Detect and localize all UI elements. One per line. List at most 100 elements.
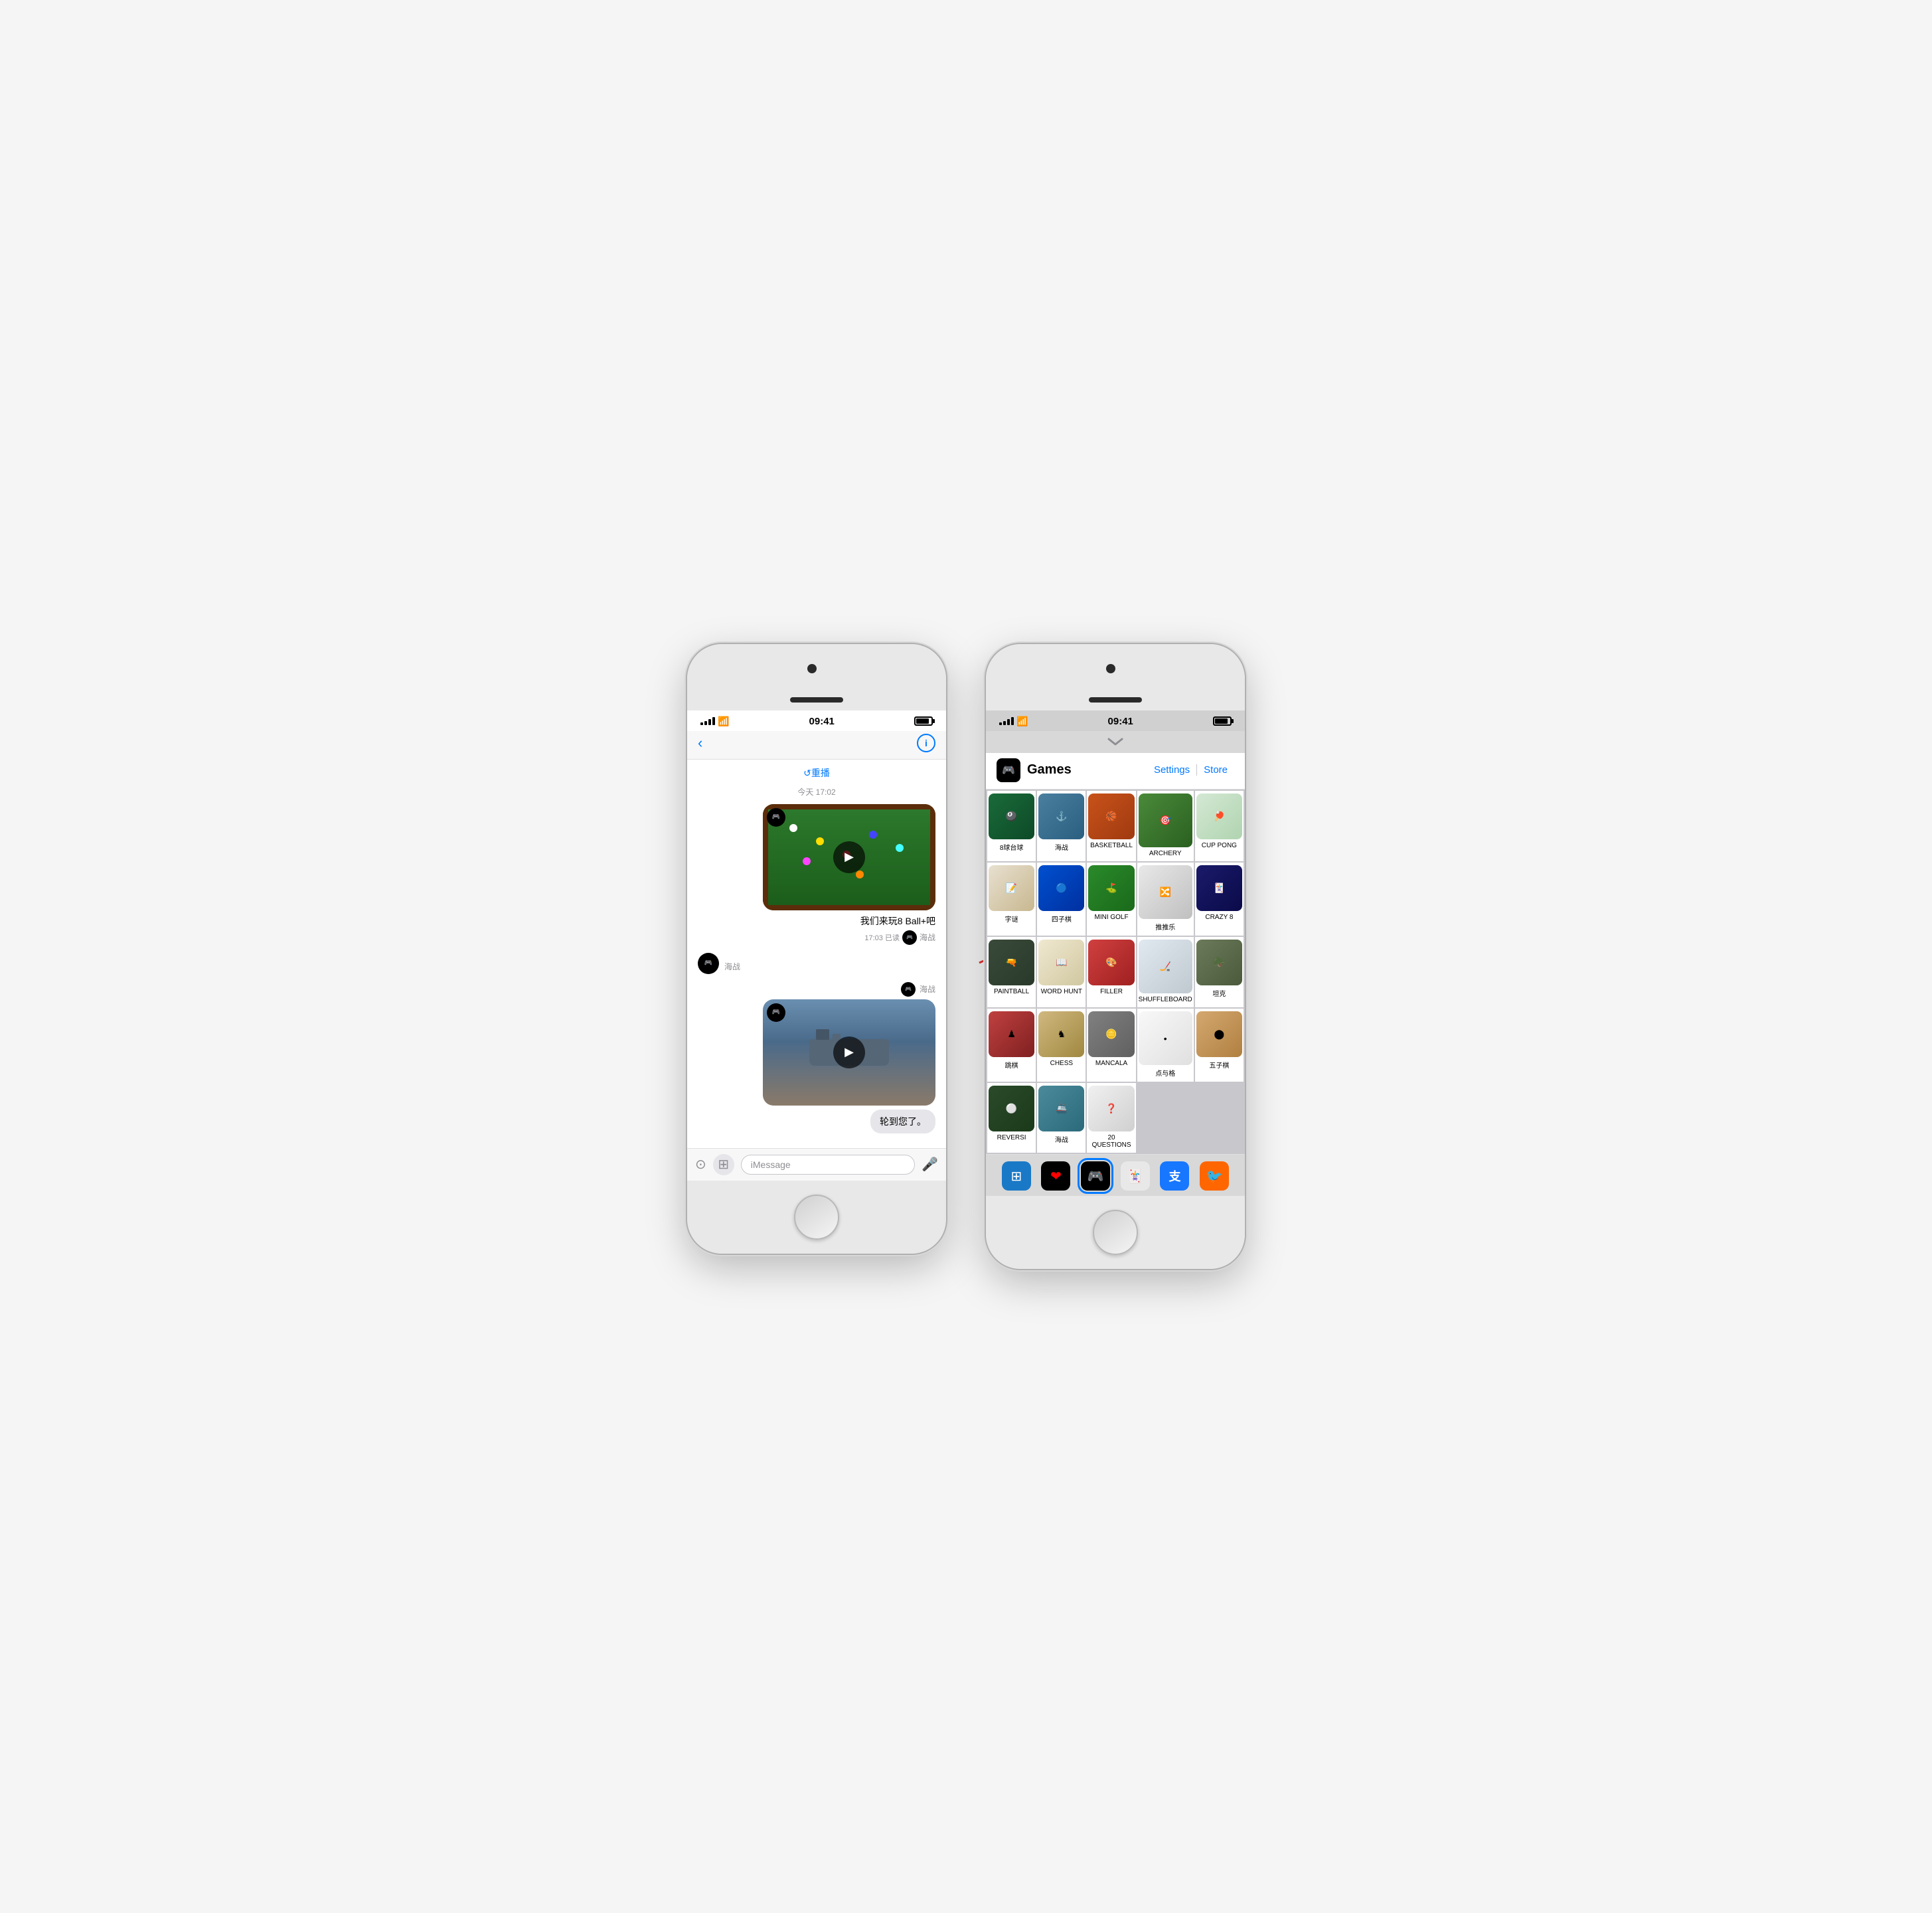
time-right: 09:41 (1108, 716, 1133, 727)
back-button[interactable]: ‹ (698, 734, 702, 752)
dock-games-active[interactable]: 🎮 (1081, 1161, 1110, 1191)
right-sender-name: 海战 (920, 983, 935, 995)
bar1 (700, 722, 703, 725)
game-thumbnail: 📖 (1038, 940, 1084, 985)
battery-icon-right (1213, 716, 1232, 726)
right-mini-avatar: 🎮 (901, 982, 916, 997)
game-thumbnail: 🃏 (1196, 865, 1242, 911)
read-time: 17:03 已读 (864, 932, 900, 943)
dock-heart[interactable]: ❤ (1041, 1161, 1070, 1191)
game-thumbnail: ⚪ (989, 1086, 1034, 1131)
wifi-icon: 📶 (718, 716, 729, 727)
game-thumbnail: ⛳ (1088, 865, 1134, 911)
game-thumbnail: 🏒 (1139, 940, 1192, 993)
dock-alipay[interactable]: 支 (1160, 1161, 1189, 1191)
game-cell[interactable]: ⚓海战 (1037, 791, 1086, 861)
bar1r (999, 722, 1002, 725)
signal-icon-right (999, 717, 1014, 725)
pool-table-bg: 🎮 ▶ (763, 804, 935, 910)
dock-taobao[interactable]: 🐦 (1200, 1161, 1229, 1191)
game1-label: 我们来玩8 Ball+吧 (860, 914, 935, 928)
camera-icon[interactable]: ⊙ (695, 1156, 706, 1173)
game-name: 点与格 (1155, 1068, 1175, 1078)
game-thumbnail: 🎱 (989, 793, 1034, 839)
game-thumbnail: 🔵 (1038, 865, 1084, 911)
game-thumbnail: ♟ (989, 1011, 1034, 1057)
battery-fill (916, 718, 929, 724)
pool-ball (869, 831, 877, 839)
message-input[interactable]: iMessage (741, 1155, 915, 1175)
pool-ball (803, 857, 811, 865)
home-button-right[interactable] (1093, 1210, 1138, 1255)
game-thumbnail: 🚢 (1038, 1086, 1084, 1131)
game-cell[interactable]: 🎨FILLER (1087, 937, 1135, 1007)
game-thumbnail: 🪖 (1196, 940, 1242, 985)
game-cell[interactable]: ⚪REVERSI (987, 1083, 1036, 1153)
game-cell[interactable]: 🚢 海战 (1037, 1083, 1086, 1153)
game-cell[interactable]: 📖 WORD HUNT (1037, 937, 1086, 1007)
screen-messages: 📶 09:41 ‹ i ↺重播 今天 17:02 (687, 710, 946, 1181)
replay-button[interactable]: ↺重播 (698, 766, 935, 780)
pool-game-thumb[interactable]: 🎮 ▶ (763, 804, 935, 910)
game-cell[interactable]: 🎯ARCHERY (1137, 791, 1194, 861)
dock-appstore[interactable]: ⊞ (1002, 1161, 1031, 1191)
game-name: 坦克 (1212, 988, 1226, 998)
pool-ball (789, 824, 797, 832)
game-cell[interactable]: 🏓CUP PONG (1195, 791, 1244, 861)
left-avatar: 🎮 (698, 953, 719, 974)
game-thumbnail: 🪙 (1088, 1011, 1134, 1057)
game-thumbnail: ⚓ (1038, 793, 1084, 839)
game-avatar-pool: 🎮 (767, 808, 785, 827)
nav-bar-messages: ‹ i (687, 731, 946, 760)
game-cell[interactable]: 🏀BASKETBALL (1087, 791, 1135, 861)
game-cell[interactable]: 🔵四子棋 (1037, 863, 1086, 936)
game-cell[interactable]: 🎱 8球台球 (987, 791, 1036, 861)
read-status: 17:03 已读 🎮 海战 (864, 930, 935, 945)
game-cell[interactable]: 🃏 CRAZY 8 (1195, 863, 1244, 936)
game-name: PAINTBALL (994, 988, 1029, 995)
play-button-pool[interactable]: ▶ (833, 841, 865, 873)
game-thumbnail: ❓ (1088, 1086, 1134, 1131)
info-button[interactable]: i (917, 734, 935, 752)
game-name: CRAZY 8 (1205, 914, 1233, 921)
game-name: 海战 (1055, 1134, 1068, 1144)
play-button-battle[interactable]: ▶ (833, 1037, 865, 1068)
status-left: 📶 (700, 716, 729, 727)
bar3 (708, 719, 711, 725)
game-cell[interactable]: ♞CHESS (1037, 1009, 1086, 1082)
game-name: 8球台球 (1000, 842, 1024, 852)
scene: 📶 09:41 ‹ i ↺重播 今天 17:02 (687, 644, 1245, 1270)
apps-icon[interactable]: ⊞ (713, 1154, 734, 1175)
panel-chevron[interactable] (986, 731, 1245, 753)
screen-games: 📶 09:41 🎮 Games (986, 710, 1245, 1197)
game-cell[interactable]: 🪙MANCALA (1087, 1009, 1135, 1082)
game-cell[interactable]: 🏒SHUFFLEBOARD (1137, 937, 1194, 1007)
game-name: 推推乐 (1155, 922, 1175, 932)
game-cell[interactable]: ❓ 20 QUESTIONS (1087, 1083, 1135, 1153)
game-cell[interactable]: •点与格 (1137, 1009, 1194, 1082)
settings-nav[interactable]: Settings (1147, 764, 1197, 776)
game-thumbnail: 🎯 (1139, 793, 1192, 847)
messages-area: ↺重播 今天 17:02 🎮 (687, 760, 946, 1148)
game-cell[interactable]: 🔫PAINTBALL (987, 937, 1036, 1007)
game-cell[interactable]: 📝字谜 (987, 863, 1036, 936)
home-button-left[interactable] (794, 1195, 839, 1240)
battleship-bg: 🎮 ▶ (763, 999, 935, 1106)
dock-cards[interactable]: 🃏 (1121, 1161, 1150, 1191)
game-cell[interactable]: 🔀推推乐 (1137, 863, 1194, 936)
bar2r (1003, 721, 1006, 725)
voice-icon[interactable]: 🎤 (922, 1156, 938, 1173)
game-thumbnail: 🏀 (1088, 793, 1134, 839)
game-cell[interactable]: ⬤五子棋 (1195, 1009, 1244, 1082)
game-cell[interactable]: ♟跳棋 (987, 1009, 1036, 1082)
game-name: WORD HUNT (1041, 988, 1082, 995)
game-name: 20 QUESTIONS (1088, 1134, 1134, 1149)
game-cell[interactable]: ⛳MINI GOLF (1087, 863, 1135, 936)
store-nav[interactable]: Store (1197, 764, 1234, 776)
games-logo: 🎮 (997, 758, 1020, 782)
pool-ball (816, 837, 824, 845)
message-timestamp: 今天 17:02 (698, 786, 935, 797)
battleship-game-thumb[interactable]: 🎮 ▶ (763, 999, 935, 1106)
right-avatar-row: 🎮 海战 (901, 982, 935, 997)
game-cell[interactable]: 🪖 坦克 (1195, 937, 1244, 1007)
